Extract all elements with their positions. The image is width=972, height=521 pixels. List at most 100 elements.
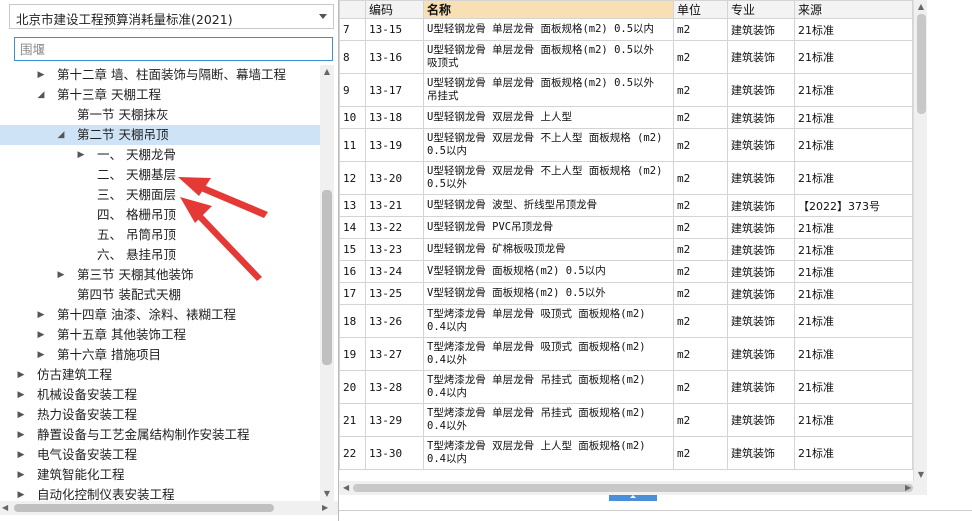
tree-item[interactable]: ▶ 仿古建筑工程: [0, 365, 320, 385]
scroll-down-icon[interactable]: ▼: [914, 470, 928, 479]
cell-source[interactable]: 21标准: [794, 304, 913, 338]
cell-index[interactable]: 11: [339, 128, 366, 162]
cell-name[interactable]: U型轻钢龙骨 矿棉板吸顶龙骨: [423, 238, 674, 261]
cell-source[interactable]: 21标准: [794, 128, 913, 162]
tree-item[interactable]: ◢ 第十三章 天棚工程: [0, 85, 320, 105]
cell-major[interactable]: 建筑装饰: [727, 260, 795, 283]
cell-name[interactable]: T型烤漆龙骨 单层龙骨 吊挂式 面板规格(m2) 0.4以外: [423, 403, 674, 437]
cell-major[interactable]: 建筑装饰: [727, 128, 795, 162]
column-header-unit[interactable]: 单位: [673, 0, 728, 19]
scroll-up-icon[interactable]: ▲: [914, 2, 928, 11]
tree-item[interactable]: 第一节 天棚抹灰: [0, 105, 320, 125]
collapse-icon[interactable]: ◢: [56, 125, 66, 145]
scroll-left-icon[interactable]: ◀: [343, 481, 349, 495]
expand-icon[interactable]: ▶: [16, 385, 26, 405]
tree-item[interactable]: ▶ 第十五章 其他装饰工程: [0, 325, 320, 345]
table-row[interactable]: 9 13-17 U型轻钢龙骨 单层龙骨 面板规格(m2) 0.5以外 吊挂式 m2 建筑…: [339, 73, 913, 107]
expand-icon[interactable]: ▶: [16, 425, 26, 445]
tree-item[interactable]: 六、 悬挂吊顶: [0, 245, 320, 265]
table-row[interactable]: 12 13-20 U型轻钢龙骨 双层龙骨 不上人型 面板规格 (m2) 0.5以外 m…: [339, 161, 913, 195]
tree-item[interactable]: ▶ 一、 天棚龙骨: [0, 145, 320, 165]
cell-unit[interactable]: m2: [673, 403, 728, 437]
scroll-right-icon[interactable]: ▶: [905, 481, 911, 495]
cell-name[interactable]: V型轻钢龙骨 面板规格(m2) 0.5以内: [423, 260, 674, 283]
cell-unit[interactable]: m2: [673, 304, 728, 338]
table-vertical-scrollbar[interactable]: ▲ ▼: [913, 0, 927, 481]
cell-major[interactable]: 建筑装饰: [727, 216, 795, 239]
cell-name[interactable]: U型轻钢龙骨 PVC吊顶龙骨: [423, 216, 674, 239]
tree-item[interactable]: ▶ 电气设备安装工程: [0, 445, 320, 465]
collapse-icon[interactable]: ◢: [36, 85, 46, 105]
cell-code[interactable]: 13-29: [365, 403, 424, 437]
cell-code[interactable]: 13-21: [365, 194, 424, 217]
cell-index[interactable]: 10: [339, 106, 366, 129]
cell-index[interactable]: 20: [339, 370, 366, 404]
cell-index[interactable]: 14: [339, 216, 366, 239]
tree-item[interactable]: ▶ 自动化控制仪表安装工程: [0, 485, 320, 501]
expand-icon[interactable]: ▶: [16, 485, 26, 501]
cell-source[interactable]: 21标准: [794, 73, 913, 107]
table-row[interactable]: 22 13-30 T型烤漆龙骨 双层龙骨 上人型 面板规格(m2) 0.4以内 m2 建…: [339, 436, 913, 470]
table-row[interactable]: 21 13-29 T型烤漆龙骨 单层龙骨 吊挂式 面板规格(m2) 0.4以外 m2 建…: [339, 403, 913, 437]
scroll-down-icon[interactable]: ▼: [320, 487, 334, 501]
library-select[interactable]: 北京市建设工程预算消耗量标准(2021): [9, 4, 334, 29]
cell-unit[interactable]: m2: [673, 194, 728, 217]
tree-item[interactable]: ▶ 第三节 天棚其他装饰: [0, 265, 320, 285]
cell-unit[interactable]: m2: [673, 106, 728, 129]
cell-name[interactable]: U型轻钢龙骨 波型、折线型吊顶龙骨: [423, 194, 674, 217]
cell-source[interactable]: 21标准: [794, 282, 913, 305]
cell-major[interactable]: 建筑装饰: [727, 161, 795, 195]
cell-source[interactable]: 21标准: [794, 216, 913, 239]
cell-source[interactable]: 21标准: [794, 161, 913, 195]
table-row[interactable]: 8 13-16 U型轻钢龙骨 单层龙骨 面板规格(m2) 0.5以外 吸顶式 m2 建筑…: [339, 40, 913, 74]
expand-icon[interactable]: ▶: [76, 145, 86, 165]
cell-major[interactable]: 建筑装饰: [727, 40, 795, 74]
cell-index[interactable]: 22: [339, 436, 366, 470]
cell-major[interactable]: 建筑装饰: [727, 436, 795, 470]
tree-item[interactable]: ◢ 第二节 天棚吊顶: [0, 125, 320, 145]
cell-unit[interactable]: m2: [673, 260, 728, 283]
expand-icon[interactable]: ▶: [16, 365, 26, 385]
tree-item[interactable]: 三、 天棚面层: [0, 185, 320, 205]
table-row[interactable]: 16 13-24 V型轻钢龙骨 面板规格(m2) 0.5以内 m2 建筑装饰 21标准: [339, 260, 913, 283]
cell-code[interactable]: 13-20: [365, 161, 424, 195]
expand-icon[interactable]: ▶: [16, 465, 26, 485]
cell-unit[interactable]: m2: [673, 216, 728, 239]
cell-source[interactable]: 21标准: [794, 106, 913, 129]
table-horizontal-scrollbar[interactable]: ◀ ▶: [339, 481, 927, 495]
cell-index[interactable]: 8: [339, 40, 366, 74]
cell-code[interactable]: 13-19: [365, 128, 424, 162]
cell-index[interactable]: 16: [339, 260, 366, 283]
tree-vertical-scrollbar[interactable]: ▲ ▼: [320, 65, 334, 501]
cell-name[interactable]: U型轻钢龙骨 双层龙骨 上人型: [423, 106, 674, 129]
panel-splitter-handle[interactable]: [609, 495, 657, 501]
cell-major[interactable]: 建筑装饰: [727, 304, 795, 338]
expand-icon[interactable]: ▶: [16, 405, 26, 425]
cell-name[interactable]: U型轻钢龙骨 双层龙骨 不上人型 面板规格 (m2) 0.5以外: [423, 161, 674, 195]
cell-major[interactable]: 建筑装饰: [727, 238, 795, 261]
cell-index[interactable]: 18: [339, 304, 366, 338]
cell-index[interactable]: 9: [339, 73, 366, 107]
table-row[interactable]: 10 13-18 U型轻钢龙骨 双层龙骨 上人型 m2 建筑装饰 21标准: [339, 106, 913, 129]
tree-item[interactable]: ▶ 静置设备与工艺金属结构制作安装工程: [0, 425, 320, 445]
cell-unit[interactable]: m2: [673, 161, 728, 195]
cell-unit[interactable]: m2: [673, 337, 728, 371]
expand-icon[interactable]: ▶: [36, 325, 46, 345]
cell-unit[interactable]: m2: [673, 18, 728, 41]
cell-major[interactable]: 建筑装饰: [727, 403, 795, 437]
cell-name[interactable]: T型烤漆龙骨 单层龙骨 吊挂式 面板规格(m2) 0.4以内: [423, 370, 674, 404]
column-header-index[interactable]: [339, 0, 366, 19]
cell-code[interactable]: 13-24: [365, 260, 424, 283]
cell-name[interactable]: U型轻钢龙骨 单层龙骨 面板规格(m2) 0.5以外 吸顶式: [423, 40, 674, 74]
cell-name[interactable]: U型轻钢龙骨 单层龙骨 面板规格(m2) 0.5以内: [423, 18, 674, 41]
cell-source[interactable]: 21标准: [794, 238, 913, 261]
table-row[interactable]: 14 13-22 U型轻钢龙骨 PVC吊顶龙骨 m2 建筑装饰 21标准: [339, 216, 913, 239]
tree-item[interactable]: 四、 格栅吊顶: [0, 205, 320, 225]
cell-major[interactable]: 建筑装饰: [727, 370, 795, 404]
cell-code[interactable]: 13-15: [365, 18, 424, 41]
tree-item[interactable]: 五、 吊筒吊顶: [0, 225, 320, 245]
cell-code[interactable]: 13-18: [365, 106, 424, 129]
tree-item[interactable]: ▶ 建筑智能化工程: [0, 465, 320, 485]
expand-icon[interactable]: ▶: [36, 345, 46, 365]
tree-item[interactable]: ▶ 第十四章 油漆、涂料、裱糊工程: [0, 305, 320, 325]
